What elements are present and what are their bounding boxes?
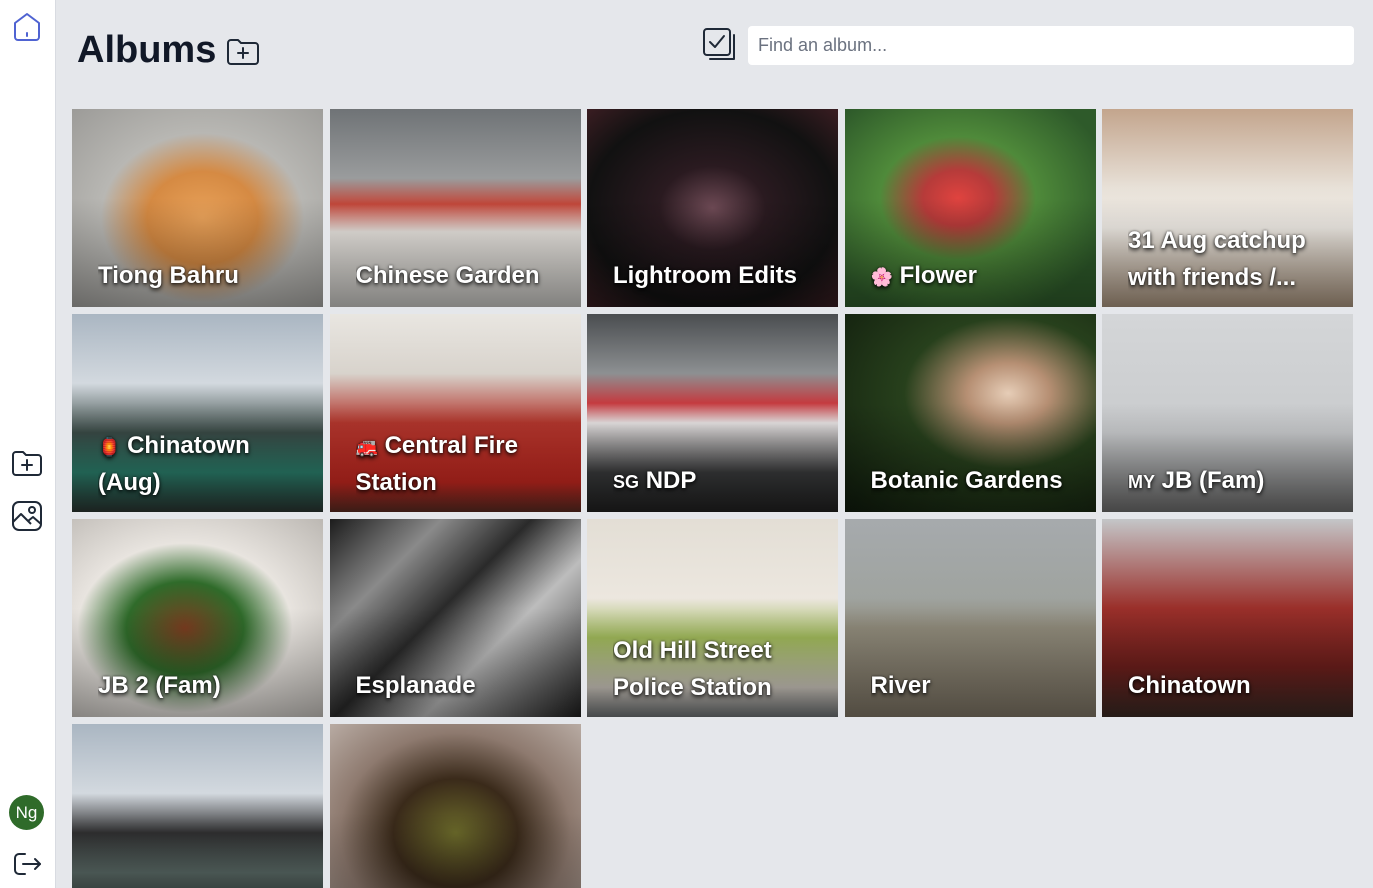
folder-plus-icon [12, 451, 42, 476]
folder-plus-icon [227, 39, 259, 65]
avatar-initials: Ng [15, 802, 38, 822]
album-card[interactable]: 🏮 Chinatown (Aug) [72, 314, 323, 512]
avatar[interactable]: Ng [9, 795, 44, 830]
select-mode-button[interactable] [700, 27, 738, 63]
album-card[interactable]: JB 2 (Fam) [72, 519, 323, 717]
album-card[interactable]: SG NDP [587, 314, 838, 512]
checkbox-multiple-icon [703, 28, 735, 60]
album-title: Lightroom Edits [613, 262, 797, 289]
page-title: Albums [77, 29, 217, 71]
album-card[interactable]: Chinese Garden [329, 109, 581, 307]
album-title: Chinese Garden [355, 262, 540, 289]
album-card[interactable]: 🚒 Central Fire Station [329, 314, 581, 512]
album-card[interactable]: MY JB (Fam) [1102, 314, 1353, 512]
album-title: 31 Aug catchup with friends /... [1128, 227, 1306, 291]
album-title: 🚒 Central Fire Station [355, 432, 518, 496]
album-card[interactable]: Esplanade [329, 519, 581, 717]
album-title: Esplanade [355, 672, 476, 699]
album-title: 🌸 Flower [870, 262, 977, 289]
album-title: 🏮 Chinatown (Aug) [98, 432, 250, 496]
album-title: JB 2 (Fam) [98, 672, 221, 699]
album-card[interactable]: 31 Aug catchup with friends /... [1102, 109, 1353, 307]
search-input[interactable] [748, 26, 1354, 65]
album-card[interactable] [329, 724, 581, 888]
home-button[interactable] [8, 8, 46, 46]
album-title: Botanic Gardens [870, 467, 1063, 494]
logout-button[interactable] [8, 845, 46, 883]
album-card[interactable] [72, 724, 323, 888]
album-title: SG NDP [613, 467, 697, 494]
album-title: Tiong Bahru [98, 262, 239, 289]
album-title: Old Hill Street Police Station [613, 637, 772, 701]
new-album-button[interactable] [8, 444, 46, 482]
album-grid: Tiong Bahru Chinese Garden Lightroom Edi… [72, 109, 1353, 888]
logout-icon [14, 853, 41, 875]
album-card[interactable]: River [844, 519, 1096, 717]
album-card[interactable]: 🌸 Flower [844, 109, 1096, 307]
album-card[interactable]: Old Hill Street Police Station [587, 519, 838, 717]
home-icon [14, 13, 40, 41]
album-card[interactable]: Chinatown [1102, 519, 1353, 717]
image-icon [12, 501, 42, 531]
photos-button[interactable] [8, 497, 46, 535]
album-card[interactable]: Tiong Bahru [72, 109, 323, 307]
album-title: MY JB (Fam) [1128, 467, 1265, 494]
album-card[interactable]: Lightroom Edits [587, 109, 838, 307]
album-title: Chinatown [1128, 672, 1251, 699]
add-album-button[interactable] [224, 32, 262, 70]
album-card[interactable]: Botanic Gardens [844, 314, 1096, 512]
sidebar: Ng [0, 0, 56, 888]
album-title: River [870, 672, 931, 699]
